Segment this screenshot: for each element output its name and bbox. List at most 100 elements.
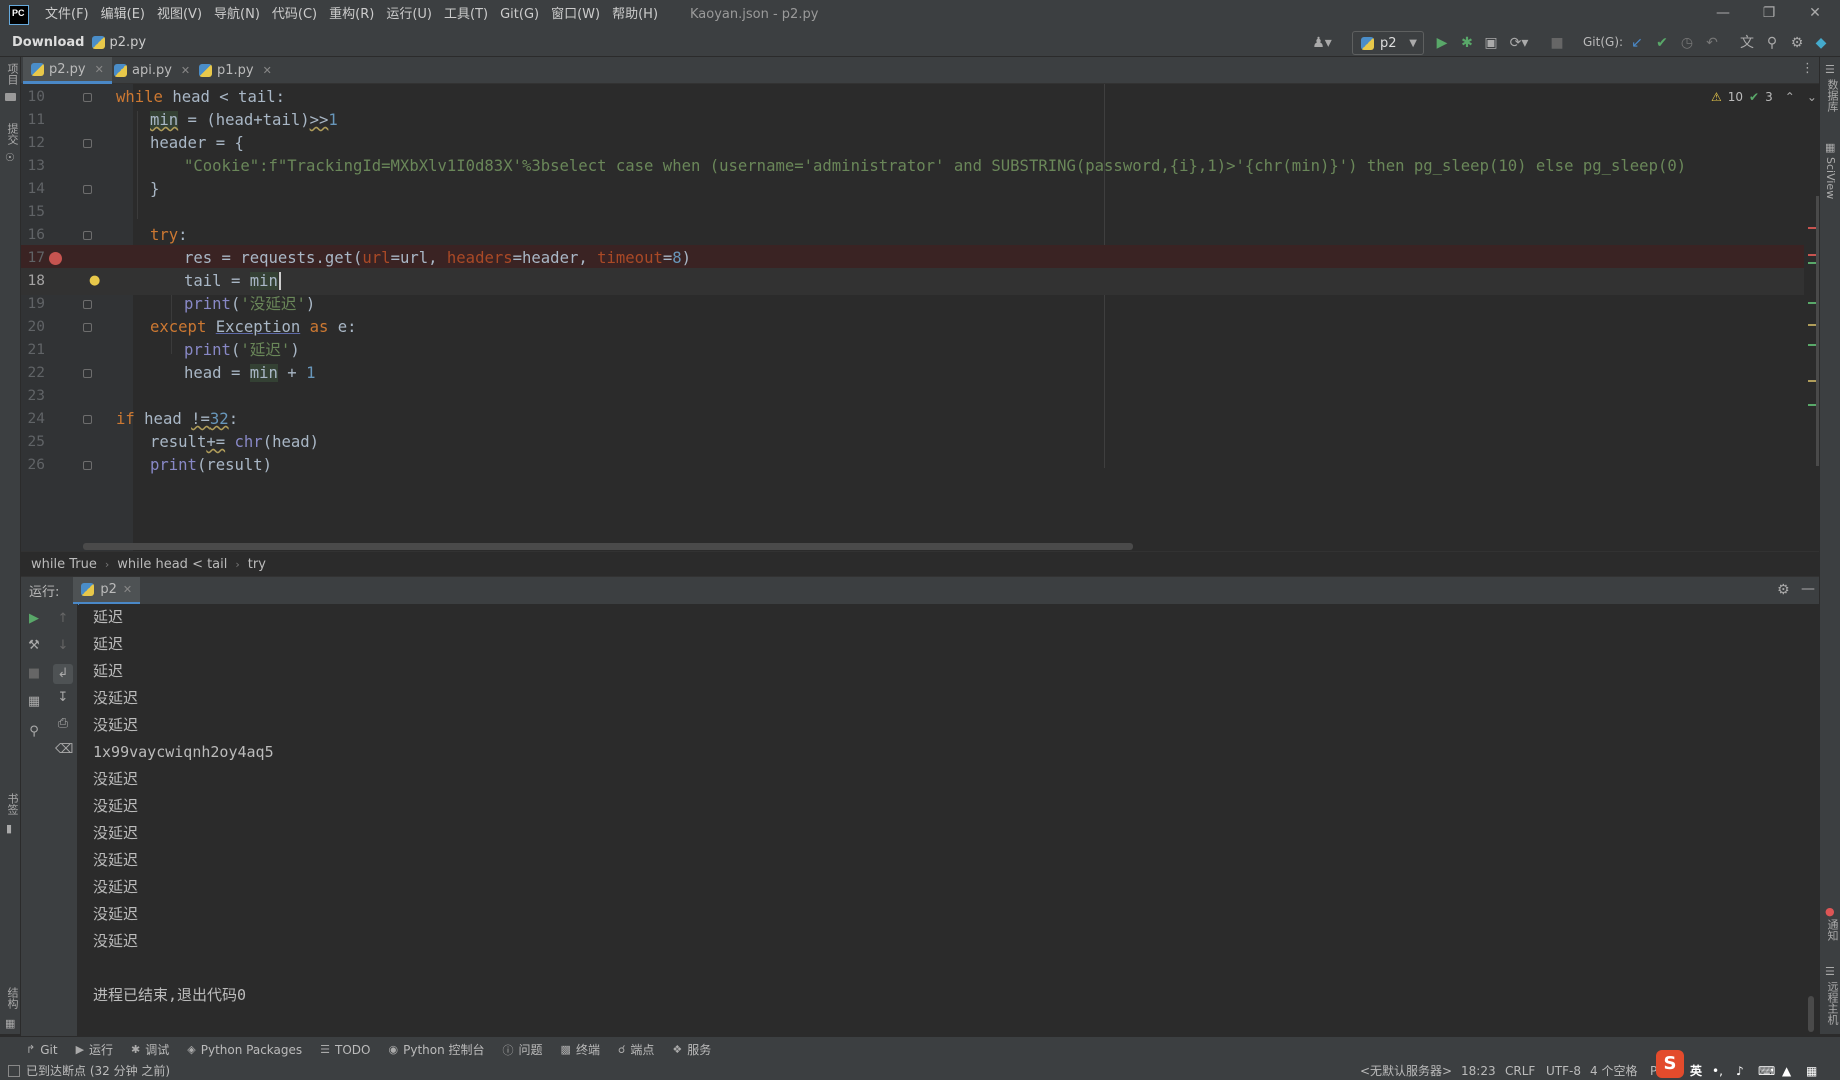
chevron-down-icon[interactable]: ⌄ bbox=[1807, 90, 1817, 104]
chevron-up-icon[interactable]: ⌃ bbox=[1785, 90, 1795, 104]
nav-project[interactable]: Download bbox=[12, 35, 84, 50]
soft-wrap-icon[interactable]: ↲ bbox=[53, 664, 73, 684]
fold-icon[interactable] bbox=[83, 231, 92, 240]
tab-p1[interactable]: p1.py ✕ bbox=[191, 57, 280, 84]
console-scrollbar[interactable] bbox=[1808, 996, 1814, 1032]
breadcrumb-item[interactable]: try bbox=[248, 557, 266, 572]
menu-window[interactable]: 窗口(W) bbox=[545, 0, 606, 29]
menu-navigate[interactable]: 导航(N) bbox=[208, 0, 266, 29]
toolwindow-run[interactable]: ▶ 运行 bbox=[76, 1041, 113, 1058]
wrench-icon[interactable]: ⚒ bbox=[26, 638, 42, 654]
sciview-tool-button[interactable]: SciView bbox=[1824, 157, 1837, 199]
tab-api[interactable]: api.py ✕ bbox=[106, 57, 198, 84]
fold-icon[interactable] bbox=[83, 369, 92, 378]
toolwindow-terminal[interactable]: ▩ 终端 bbox=[561, 1041, 600, 1058]
fold-icon[interactable] bbox=[83, 461, 92, 470]
toolbox-icon[interactable]: ▦ bbox=[1806, 1062, 1817, 1080]
git-commit-icon[interactable]: ✔ bbox=[1653, 34, 1671, 52]
user-icon[interactable]: ♟▾ bbox=[1308, 34, 1336, 52]
print-icon[interactable]: ⎙ bbox=[55, 716, 71, 732]
fold-icon[interactable] bbox=[83, 415, 92, 424]
toolwindow-endpoints[interactable]: ☌ 端点 bbox=[618, 1041, 654, 1058]
toolwindow-services[interactable]: ❖ 服务 bbox=[672, 1041, 711, 1058]
menu-tools[interactable]: 工具(T) bbox=[438, 0, 494, 29]
history-icon[interactable]: ◷ bbox=[1678, 34, 1696, 52]
coverage-icon[interactable]: ▣ bbox=[1482, 34, 1500, 52]
pin-icon[interactable]: ⚲ bbox=[26, 724, 42, 740]
fold-icon[interactable] bbox=[83, 300, 92, 309]
trash-icon[interactable]: ⌫ bbox=[55, 742, 73, 758]
close-tab-icon[interactable]: ✕ bbox=[181, 64, 190, 77]
breadcrumb-item[interactable]: while head < tail bbox=[117, 557, 227, 572]
menu-code[interactable]: 代码(C) bbox=[266, 0, 323, 29]
fold-icon[interactable] bbox=[83, 185, 92, 194]
git-update-icon[interactable]: ↙ bbox=[1628, 34, 1646, 52]
debug-icon[interactable]: ✱ bbox=[1458, 34, 1476, 52]
console-output[interactable]: 延迟 延迟 延迟 没延迟 没延迟 1x99vaycwiqnh2oy4aq5 没延… bbox=[79, 604, 1819, 1036]
status-indent[interactable]: 4 个空格 bbox=[1590, 1062, 1637, 1080]
status-line-separator[interactable]: CRLF bbox=[1505, 1062, 1535, 1080]
scroll-to-end-icon[interactable]: ↧ bbox=[55, 690, 71, 706]
close-icon[interactable]: ✕ bbox=[1792, 0, 1838, 29]
menu-git[interactable]: Git(G) bbox=[494, 0, 545, 29]
profile-icon[interactable]: ⟳▾ bbox=[1506, 34, 1532, 52]
toolwindow-python-console[interactable]: ◉ Python 控制台 bbox=[389, 1041, 485, 1058]
toolwindow-problems[interactable]: ⓘ 问题 bbox=[503, 1041, 543, 1058]
status-server[interactable]: <无默认服务器> bbox=[1360, 1062, 1452, 1080]
code-editor[interactable]: 10 while head < tail: 11 min = (head+tail)… bbox=[21, 84, 1819, 551]
run-tab-p2[interactable]: p2 ✕ bbox=[73, 576, 141, 605]
menu-refactor[interactable]: 重构(R) bbox=[323, 0, 380, 29]
toolwindow-debug[interactable]: ✱ 调试 bbox=[131, 1041, 169, 1058]
translate-icon[interactable]: 文 bbox=[1738, 34, 1756, 52]
more-tabs-icon[interactable]: ⋮ bbox=[1801, 61, 1814, 76]
status-position[interactable]: 18:23 bbox=[1461, 1062, 1496, 1080]
nav-file[interactable]: p2.py bbox=[92, 35, 146, 50]
remote-host-tool-button[interactable]: 远程主机 bbox=[1824, 981, 1840, 1025]
skin-icon[interactable]: ▲ bbox=[1782, 1062, 1791, 1080]
breadcrumb-item[interactable]: while True bbox=[31, 557, 97, 572]
minimize-icon[interactable]: — bbox=[1700, 0, 1746, 29]
minimize-panel-icon[interactable]: — bbox=[1801, 581, 1815, 597]
ime-punctuation-icon[interactable]: •, bbox=[1712, 1062, 1723, 1080]
arrow-down-icon[interactable]: ↓ bbox=[55, 638, 71, 654]
status-encoding[interactable]: UTF-8 bbox=[1546, 1062, 1581, 1080]
menu-file[interactable]: 文件(F) bbox=[39, 0, 95, 29]
run-config-select[interactable]: p2 ▼ bbox=[1352, 31, 1424, 55]
fold-icon[interactable] bbox=[83, 139, 92, 148]
search-icon[interactable]: ⚲ bbox=[1763, 34, 1781, 52]
breakpoint-icon[interactable] bbox=[49, 252, 62, 265]
arrow-up-icon[interactable]: ↑ bbox=[55, 611, 71, 627]
menu-help[interactable]: 帮助(H) bbox=[606, 0, 664, 29]
stop-icon[interactable]: ■ bbox=[1548, 34, 1566, 52]
close-tab-icon[interactable]: ✕ bbox=[95, 63, 104, 76]
settings-icon[interactable]: ⚙ bbox=[1777, 582, 1790, 598]
restore-icon[interactable]: ❐ bbox=[1746, 0, 1792, 29]
rerun-icon[interactable]: ▶ bbox=[26, 611, 42, 627]
menu-view[interactable]: 视图(V) bbox=[151, 0, 208, 29]
ime-language[interactable]: 英 bbox=[1690, 1062, 1702, 1080]
jetbrains-icon[interactable]: ◆ bbox=[1812, 34, 1830, 52]
layout-icon[interactable]: ▦ bbox=[26, 694, 42, 710]
keyboard-icon[interactable]: ⌨ bbox=[1758, 1062, 1775, 1080]
close-tab-icon[interactable]: ✕ bbox=[263, 64, 272, 77]
menu-edit[interactable]: 编辑(E) bbox=[95, 0, 151, 29]
sogou-ime-icon[interactable]: S bbox=[1656, 1050, 1684, 1078]
lightbulb-icon[interactable]: ● bbox=[89, 273, 100, 288]
toolwindow-todo[interactable]: ☰ TODO bbox=[320, 1043, 370, 1057]
layout-toggle-icon[interactable] bbox=[8, 1065, 20, 1077]
structure-tool-button[interactable]: 结构 bbox=[4, 987, 20, 1009]
microphone-icon[interactable]: ♪ bbox=[1736, 1062, 1744, 1080]
toolwindow-git[interactable]: ↱ Git bbox=[26, 1043, 58, 1057]
settings-icon[interactable]: ⚙ bbox=[1788, 34, 1806, 52]
error-stripe[interactable] bbox=[1804, 84, 1819, 551]
bookmarks-tool-button[interactable]: 书签 bbox=[4, 793, 20, 815]
rollback-icon[interactable]: ↶ bbox=[1703, 34, 1721, 52]
notifications-tool-button[interactable]: 通知 bbox=[1824, 919, 1840, 941]
commit-tool-button[interactable]: 提交 bbox=[4, 123, 20, 145]
run-icon[interactable]: ▶ bbox=[1433, 34, 1451, 52]
stop-icon[interactable]: ■ bbox=[26, 666, 42, 682]
horizontal-scrollbar[interactable] bbox=[83, 543, 1133, 550]
inspection-widget[interactable]: ⚠ 10 ✔ 3 ⌃ ⌄ bbox=[1711, 90, 1817, 104]
fold-icon[interactable] bbox=[83, 323, 92, 332]
project-tool-button[interactable]: 项目 bbox=[4, 63, 20, 85]
